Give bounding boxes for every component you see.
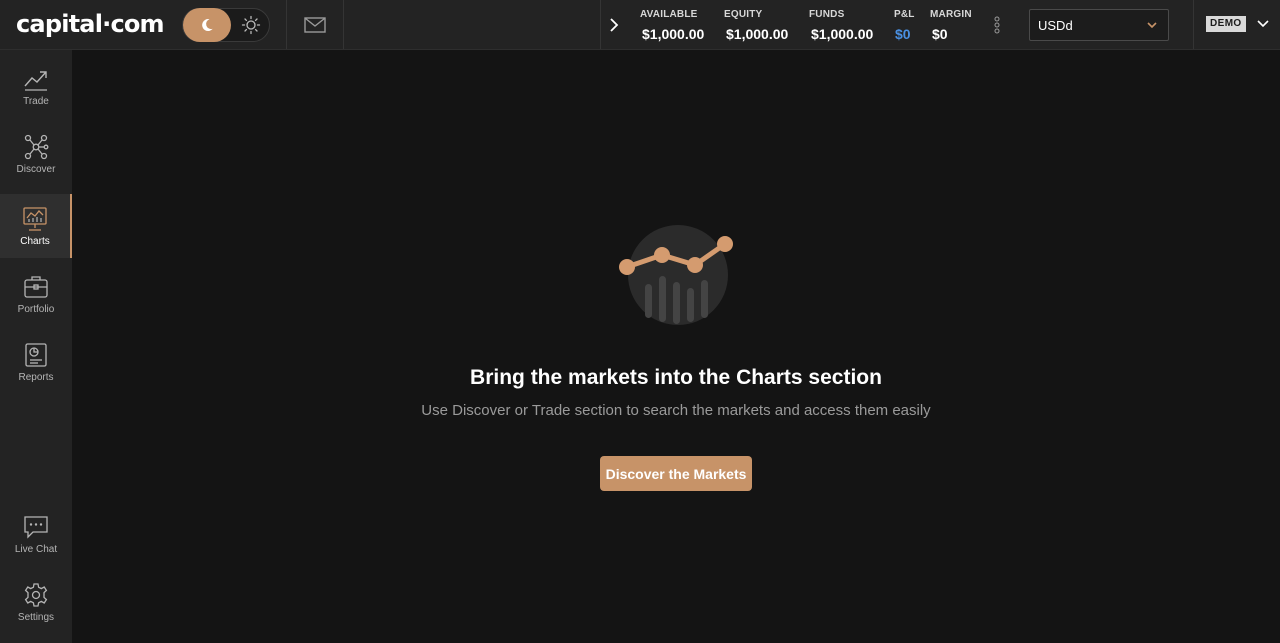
stat-value: $1,000.00 [726,26,789,42]
stat-value: $1,000.00 [642,26,705,42]
divider [1193,0,1194,49]
sidebar-item-label: Settings [17,612,55,623]
chart-illustration-icon [619,225,733,325]
sun-icon [241,15,261,35]
sidebar-item-label: Charts [20,236,50,247]
vertical-dots-icon [994,16,1000,34]
chevron-right-icon [610,17,619,32]
stat-label: EQUITY [724,9,763,20]
dark-mode-option[interactable] [183,8,231,42]
sidebar-item-reports[interactable]: Reports [0,330,72,394]
chevron-down-icon [1147,22,1157,29]
sidebar-item-label: Discover [16,164,56,175]
stat-label: AVAILABLE [640,9,698,20]
stat-equity: EQUITY $1,000.00 [724,9,788,42]
account-currency-value: USDd [1038,18,1073,33]
gear-icon [24,583,48,607]
sidebar-nav: Trade Discover Charts Portfolio Reports … [0,50,72,643]
chart-monitor-icon [23,207,47,231]
empty-state-subtitle: Use Discover or Trade section to search … [421,402,931,419]
stat-funds: FUNDS $1,000.00 [809,9,873,42]
sidebar-item-label: Trade [23,96,49,107]
briefcase-icon [24,276,48,298]
account-currency-select[interactable]: USDd [1029,9,1169,41]
sidebar-item-charts[interactable]: Charts [0,194,72,258]
sidebar-item-settings[interactable]: Settings [0,570,72,634]
sidebar-item-trade[interactable]: Trade [0,50,72,114]
light-mode-option[interactable] [233,9,269,41]
envelope-icon [304,16,326,33]
stat-value: $0 [895,26,911,42]
capital-com-logo[interactable]: capital·com [16,9,165,39]
sidebar-item-live-chat[interactable]: Live Chat [0,502,72,566]
stat-label: P&L [894,9,915,20]
charts-empty-state: Bring the markets into the Charts sectio… [72,50,1280,643]
more-options-button[interactable] [988,13,1006,37]
expand-panel-button[interactable] [601,0,627,49]
stat-label: MARGIN [930,9,972,20]
network-nodes-icon [24,134,49,160]
chevron-down-icon[interactable] [1256,18,1270,30]
stat-margin: MARGIN $0 [930,9,972,42]
stat-value: $1,000.00 [811,26,874,42]
trend-line-icon [24,71,47,91]
messages-button[interactable] [287,0,343,49]
sidebar-item-label: Reports [18,372,54,383]
moon-icon [202,19,213,32]
top-bar: capital·com AVAILABLE $1,000.00 EQUITY $… [0,0,1280,50]
sidebar-item-label: Portfolio [17,304,55,315]
report-icon [25,343,47,367]
sidebar-item-discover[interactable]: Discover [0,118,72,182]
divider [343,0,344,49]
chat-bubble-icon [24,516,48,539]
sidebar-item-label: Live Chat [14,544,58,555]
sidebar-item-portfolio[interactable]: Portfolio [0,262,72,326]
stat-available: AVAILABLE $1,000.00 [640,9,704,42]
discover-markets-button[interactable]: Discover the Markets [600,456,752,491]
stat-pnl: P&L $0 [894,9,915,42]
demo-mode-badge[interactable]: DEMO [1206,16,1246,32]
empty-state-title: Bring the markets into the Charts sectio… [470,366,882,389]
stat-label: FUNDS [809,9,845,20]
stat-value: $0 [932,26,948,42]
theme-toggle[interactable] [182,8,270,42]
